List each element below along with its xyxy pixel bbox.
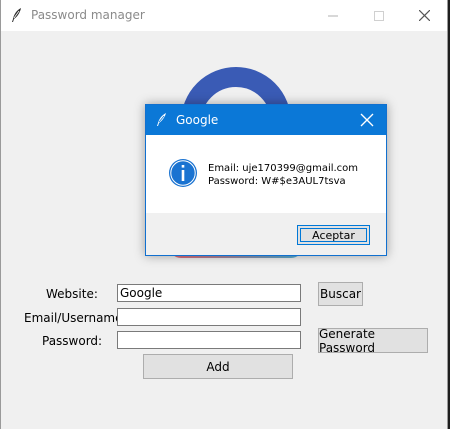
info-dialog: Google Email: uje170399@gmail.com Passwo… [145, 104, 387, 256]
close-button[interactable] [401, 0, 447, 31]
minimize-button[interactable] [310, 0, 356, 31]
generate-password-button[interactable]: Generate Password [318, 327, 428, 355]
minimize-icon [328, 15, 338, 16]
dialog-close-icon[interactable] [359, 112, 375, 128]
maximize-icon [374, 10, 384, 21]
website-input[interactable]: Google [117, 284, 301, 302]
dialog-password-text: Password: W#$e3AUL7tsva [208, 176, 346, 187]
window-title: Password manager [31, 8, 145, 22]
website-label: Website: [46, 287, 98, 301]
email-input[interactable] [117, 308, 301, 326]
feather-icon [12, 8, 21, 22]
dialog-title: Google [176, 113, 219, 127]
dialog-footer: Aceptar [146, 213, 386, 255]
feather-icon [157, 113, 166, 126]
title-bar[interactable]: Password manager [1, 0, 447, 31]
password-input[interactable] [117, 331, 301, 349]
add-button[interactable]: Add [143, 354, 293, 379]
accept-button[interactable]: Aceptar [297, 225, 370, 245]
password-label: Password: [42, 334, 103, 348]
dialog-email-text: Email: uje170399@gmail.com [208, 163, 359, 174]
close-icon [418, 10, 430, 21]
info-icon [169, 159, 197, 187]
dialog-title-bar[interactable]: Google [146, 105, 386, 135]
search-button[interactable]: Buscar [318, 282, 363, 306]
maximize-button[interactable] [356, 0, 402, 31]
email-label: Email/Username: [24, 311, 127, 325]
